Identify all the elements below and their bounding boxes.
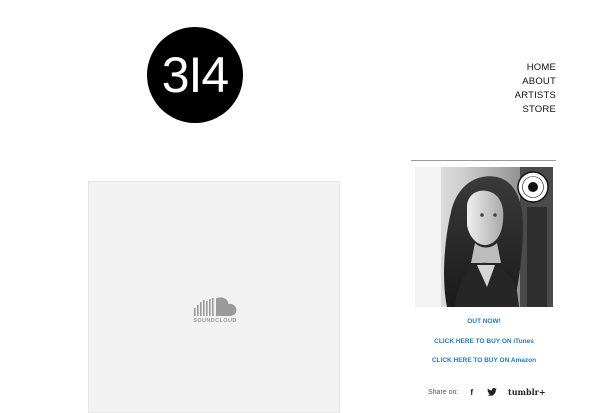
sidebar-divider: [411, 160, 556, 161]
main-nav: HOME ABOUT ARTISTS STORE: [515, 61, 556, 117]
album-cover[interactable]: [415, 167, 553, 307]
site-logo[interactable]: 3I4: [147, 27, 243, 123]
logo-text: 3I4: [161, 47, 230, 103]
facebook-icon[interactable]: f: [470, 388, 473, 397]
nav-about[interactable]: ABOUT: [515, 75, 556, 89]
nav-home[interactable]: HOME: [515, 61, 556, 75]
share-label: Share on:: [428, 388, 459, 396]
twitter-icon[interactable]: [487, 388, 497, 396]
nav-artists[interactable]: ARTISTS: [515, 89, 556, 103]
album-cover-photo: [415, 167, 553, 307]
nav-store[interactable]: STORE: [515, 103, 556, 117]
share-bar: Share on: f tumblr+: [428, 387, 546, 397]
amazon-link[interactable]: CLICK HERE TO BUY ON Amazon: [413, 357, 555, 365]
soundcloud-player[interactable]: SOUNDCLOUD: [88, 181, 340, 413]
out-now-link[interactable]: OUT NOW!: [413, 318, 555, 326]
soundcloud-icon: [194, 297, 237, 316]
tumblr-icon[interactable]: tumblr+: [508, 387, 546, 397]
soundcloud-logo[interactable]: SOUNDCLOUD: [192, 295, 238, 325]
purchase-links: OUT NOW! CLICK HERE TO BUY ON iTunes CLI…: [413, 318, 555, 377]
itunes-link[interactable]: CLICK HERE TO BUY ON iTunes: [413, 338, 555, 346]
soundcloud-wordmark: SOUNDCLOUD: [193, 318, 237, 324]
